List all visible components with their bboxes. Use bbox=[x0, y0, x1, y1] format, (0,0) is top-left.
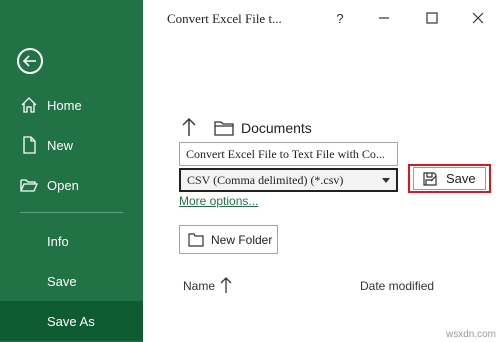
column-header-name[interactable]: Name bbox=[183, 279, 215, 293]
help-button[interactable]: ? bbox=[328, 7, 352, 29]
sort-ascending-icon bbox=[220, 277, 232, 293]
current-folder-label[interactable]: Documents bbox=[241, 120, 312, 136]
column-header-date-modified[interactable]: Date modified bbox=[360, 279, 434, 293]
up-arrow-icon[interactable] bbox=[182, 117, 196, 137]
sidebar-item-save-as[interactable]: Save As bbox=[0, 301, 143, 341]
open-folder-icon bbox=[20, 179, 38, 192]
new-folder-label: New Folder bbox=[211, 232, 273, 247]
minimize-button[interactable] bbox=[372, 7, 396, 29]
watermark: wsxdn.com bbox=[445, 329, 496, 340]
sidebar-item-save[interactable]: Save bbox=[0, 261, 143, 301]
file-type-select[interactable]: CSV (Comma delimited) (*.csv) bbox=[179, 168, 398, 192]
backstage-sidebar: Home New Open Info Save Save As bbox=[0, 0, 143, 342]
close-icon bbox=[472, 12, 484, 24]
save-button-label: Save bbox=[446, 171, 476, 186]
dropdown-caret-icon bbox=[382, 178, 390, 183]
back-button[interactable] bbox=[17, 48, 43, 74]
back-arrow-icon bbox=[23, 55, 36, 67]
home-icon bbox=[21, 97, 37, 113]
file-name-input[interactable]: Convert Excel File to Text File with Co.… bbox=[179, 142, 398, 166]
maximize-icon bbox=[426, 12, 438, 24]
sidebar-item-label: Open bbox=[47, 177, 79, 193]
new-document-icon bbox=[23, 136, 36, 154]
minimize-icon bbox=[379, 17, 389, 19]
sidebar-item-home[interactable]: Home bbox=[0, 85, 143, 125]
sidebar-divider bbox=[20, 212, 123, 213]
sidebar-item-new[interactable]: New bbox=[0, 125, 143, 165]
close-button[interactable] bbox=[466, 7, 490, 29]
sidebar-item-label: New bbox=[47, 137, 74, 153]
new-folder-icon bbox=[188, 232, 204, 247]
sidebar-item-label: Home bbox=[47, 97, 82, 113]
more-options-link[interactable]: More options... bbox=[179, 194, 258, 208]
folder-icon bbox=[214, 121, 234, 136]
sidebar-item-label: Save As bbox=[47, 313, 95, 329]
sidebar-item-info[interactable]: Info bbox=[0, 221, 143, 261]
new-folder-button[interactable]: New Folder bbox=[179, 225, 278, 254]
save-button[interactable]: Save bbox=[413, 167, 486, 190]
sidebar-item-label: Info bbox=[47, 233, 69, 249]
sidebar-item-label: Save bbox=[47, 273, 77, 289]
maximize-button[interactable] bbox=[420, 7, 444, 29]
file-type-value: CSV (Comma delimited) (*.csv) bbox=[187, 173, 344, 187]
window-title: Convert Excel File t... bbox=[167, 11, 282, 26]
save-icon bbox=[423, 171, 437, 186]
sidebar-item-open[interactable]: Open bbox=[0, 165, 143, 205]
